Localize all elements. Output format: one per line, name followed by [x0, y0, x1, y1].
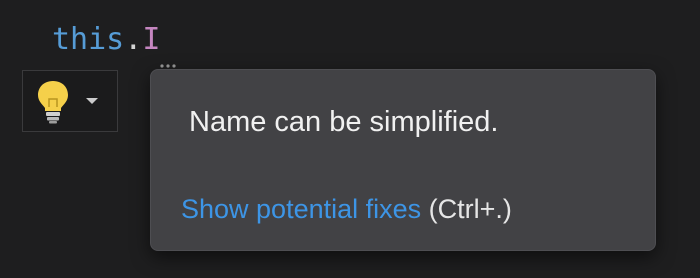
- code-member-identifier[interactable]: I: [142, 22, 160, 57]
- lightbulb-icon: [38, 81, 68, 124]
- tooltip-action-row: Show potential fixes (Ctrl+.): [181, 194, 512, 225]
- show-potential-fixes-link[interactable]: Show potential fixes: [181, 194, 421, 224]
- chevron-down-icon[interactable]: [85, 96, 99, 106]
- diagnostic-tooltip: Name can be simplified. Show potential f…: [150, 69, 656, 251]
- diagnostic-message: Name can be simplified.: [189, 106, 499, 138]
- code-dot: .: [124, 22, 143, 57]
- shortcut-hint: (Ctrl+.): [421, 194, 512, 224]
- code-line[interactable]: this.I: [52, 20, 160, 60]
- code-keyword-this: this: [52, 22, 125, 57]
- quick-actions-lightbulb-button[interactable]: [22, 70, 118, 132]
- code-editor[interactable]: this.I Name can be simplified. Show pote…: [0, 0, 700, 278]
